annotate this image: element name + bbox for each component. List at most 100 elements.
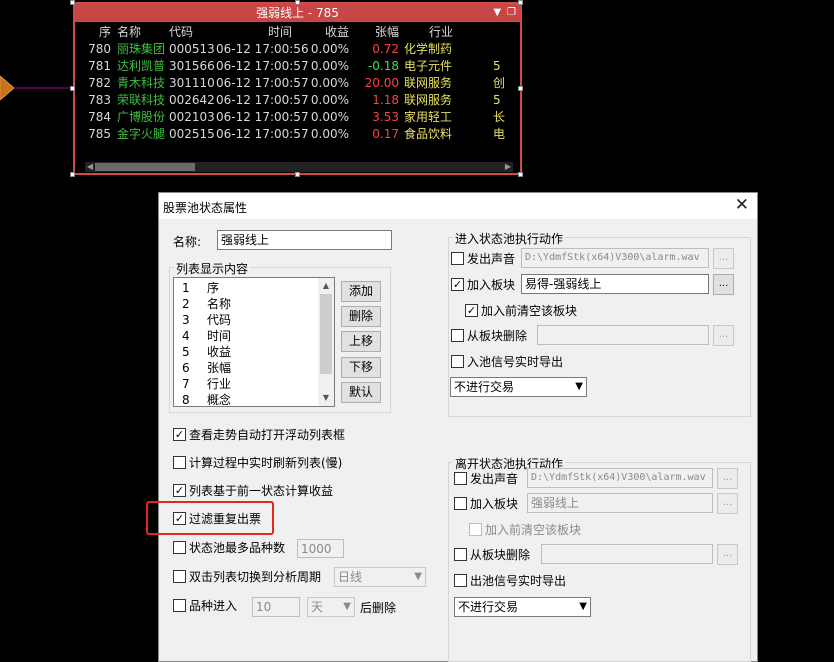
- enter-trade-select[interactable]: 不进行交易 ▼: [450, 377, 587, 397]
- checkbox-box[interactable]: [469, 523, 482, 536]
- checkbox-box[interactable]: [173, 599, 186, 612]
- header-ret[interactable]: 收益: [303, 24, 349, 41]
- enter-sound-browse-button[interactable]: ...: [713, 248, 734, 269]
- checkbox-box[interactable]: [173, 428, 186, 441]
- leave-export-checkbox[interactable]: 出池信号实时导出: [454, 573, 566, 589]
- checkbox-box[interactable]: [454, 574, 467, 587]
- enter-add-block-checkbox[interactable]: 加入板块: [451, 277, 515, 293]
- header-seq[interactable]: 序: [83, 24, 111, 41]
- leave-sound-checkbox[interactable]: 发出声音: [454, 471, 518, 487]
- realtime-refresh-checkbox[interactable]: 计算过程中实时刷新列表(慢): [173, 455, 342, 471]
- checkbox-box[interactable]: [173, 456, 186, 469]
- table-row[interactable]: 781 达利凯普 301566 06-12 17:00:57 0.00% -0.18 电子元…: [83, 58, 543, 75]
- list-item[interactable]: 7 行业: [182, 376, 231, 392]
- enter-days-input[interactable]: 10: [252, 597, 300, 617]
- restore-icon[interactable]: ❐: [507, 7, 516, 18]
- resize-handle[interactable]: [295, 172, 300, 177]
- checkbox-box[interactable]: [173, 541, 186, 554]
- table-row[interactable]: 780 丽珠集团 000513 06-12 17:00:56 0.00% 0.72 化学制药: [83, 41, 543, 58]
- max-count-input[interactable]: 1000: [297, 539, 344, 558]
- checkbox-box[interactable]: [451, 329, 464, 342]
- float-panel-titlebar[interactable]: 强弱线上 - 785 ▼ ❐: [75, 4, 520, 22]
- enter-sound-checkbox[interactable]: 发出声音: [451, 251, 515, 267]
- list-item[interactable]: 2 名称: [182, 296, 231, 312]
- enter-remove-block-input[interactable]: [537, 325, 709, 345]
- checkbox-box[interactable]: [173, 570, 186, 583]
- checkbox-box[interactable]: [454, 548, 467, 561]
- leave-sound-path-input[interactable]: D:\YdmfStk(x64)V300\alarm.wav: [527, 468, 713, 488]
- header-code[interactable]: 代码: [169, 24, 193, 41]
- table-row[interactable]: 782 青木科技 301110 06-12 17:00:57 0.00% 20.00 联网服…: [83, 75, 543, 92]
- enter-clear-before-checkbox[interactable]: 加入前清空该板块: [465, 303, 577, 319]
- table-row[interactable]: 784 广博股份 002103 06-12 17:00:57 0.00% 3.53 家用轻工…: [83, 109, 543, 126]
- leave-remove-block-checkbox[interactable]: 从板块删除: [454, 547, 530, 563]
- column-listbox[interactable]: 1 序 2 名称 3 代码 4 时间 5 收益 6 张幅 7 行业 8 概念 ▲ ▼: [173, 277, 335, 407]
- float-stock-list-panel[interactable]: 强弱线上 - 785 ▼ ❐ 序 名称 代码 时间 收益 张幅 行业 780 丽珠集…: [73, 2, 522, 175]
- list-item[interactable]: 5 收益: [182, 344, 231, 360]
- leave-trade-select[interactable]: 不进行交易 ▼: [454, 597, 591, 617]
- scroll-right-icon[interactable]: ▶: [503, 162, 513, 172]
- dblclick-switch-checkbox[interactable]: 双击列表切换到分析周期: [173, 569, 321, 585]
- leave-block-browse-button[interactable]: ...: [717, 493, 738, 514]
- leave-block-input[interactable]: 强弱线上: [527, 493, 713, 513]
- default-button[interactable]: 默认: [341, 382, 381, 403]
- checkbox-box[interactable]: [454, 497, 467, 510]
- leave-remove-block-input[interactable]: [541, 544, 713, 564]
- resize-handle[interactable]: [518, 0, 523, 5]
- list-item[interactable]: 6 张幅: [182, 360, 231, 376]
- scrollbar-thumb[interactable]: [95, 163, 195, 171]
- enter-unit-select[interactable]: 天 ▼: [307, 597, 355, 617]
- resize-handle[interactable]: [518, 86, 523, 91]
- add-button[interactable]: 添加: [341, 281, 381, 302]
- table-row[interactable]: 785 金字火腿 002515 06-12 17:00:57 0.00% 0.17 食品饮料…: [83, 126, 543, 143]
- header-chg[interactable]: 张幅: [353, 24, 399, 41]
- checkbox-box[interactable]: [451, 355, 464, 368]
- scroll-down-icon[interactable]: ▼: [318, 390, 334, 406]
- checkbox-box[interactable]: [465, 304, 478, 317]
- delete-button[interactable]: 删除: [341, 306, 381, 327]
- stock-enter-checkbox[interactable]: 品种进入: [173, 598, 237, 614]
- table-row[interactable]: 783 荣联科技 002642 06-12 17:00:57 0.00% 1.18 联网服务…: [83, 92, 543, 109]
- resize-handle[interactable]: [518, 172, 523, 177]
- close-icon[interactable]: ✕: [735, 195, 749, 215]
- listbox-vertical-scrollbar[interactable]: ▲ ▼: [318, 278, 334, 406]
- move-down-button[interactable]: 下移: [341, 357, 381, 378]
- leave-clear-before-checkbox[interactable]: 加入前清空该板块: [469, 522, 581, 538]
- enter-remove-block-browse-button[interactable]: ...: [713, 325, 734, 346]
- resize-handle[interactable]: [70, 86, 75, 91]
- checkbox-box[interactable]: [454, 472, 467, 485]
- resize-handle[interactable]: [70, 172, 75, 177]
- list-item[interactable]: 1序: [182, 280, 219, 296]
- dialog-titlebar[interactable]: 股票池状态属性 ✕: [159, 193, 757, 219]
- enter-export-checkbox[interactable]: 入池信号实时导出: [451, 354, 563, 370]
- list-item[interactable]: 4 时间: [182, 328, 231, 344]
- header-time[interactable]: 时间: [268, 24, 292, 41]
- auto-open-float-checkbox[interactable]: 查看走势自动打开浮动列表框: [173, 427, 345, 443]
- leave-sound-browse-button[interactable]: ...: [717, 468, 738, 489]
- dropdown-icon[interactable]: ▼: [493, 7, 501, 18]
- checkbox-box[interactable]: [451, 278, 464, 291]
- based-on-prev-checkbox[interactable]: 列表基于前一状态计算收益: [173, 483, 333, 499]
- checkbox-box[interactable]: [451, 252, 464, 265]
- move-up-button[interactable]: 上移: [341, 331, 381, 352]
- resize-handle[interactable]: [295, 0, 300, 5]
- scroll-up-icon[interactable]: ▲: [318, 278, 334, 294]
- list-item[interactable]: 8 概念: [182, 392, 231, 406]
- enter-sound-path-input[interactable]: D:\YdmfStk(x64)V300\alarm.wav: [521, 248, 709, 268]
- leave-add-block-checkbox[interactable]: 加入板块: [454, 496, 518, 512]
- period-select[interactable]: 日线 ▼: [334, 567, 426, 587]
- scroll-left-icon[interactable]: ◀: [85, 162, 95, 172]
- header-name[interactable]: 名称: [117, 24, 169, 41]
- enter-remove-block-checkbox[interactable]: 从板块删除: [451, 328, 527, 344]
- name-input[interactable]: 强弱线上: [217, 230, 392, 250]
- list-item[interactable]: 3 代码: [182, 312, 231, 328]
- enter-block-browse-button[interactable]: ...: [713, 274, 734, 295]
- resize-handle[interactable]: [70, 0, 75, 5]
- leave-remove-block-browse-button[interactable]: ...: [717, 544, 738, 565]
- scrollbar-thumb[interactable]: [320, 294, 332, 374]
- float-horizontal-scrollbar[interactable]: ◀ ▶: [85, 162, 513, 172]
- header-ind[interactable]: 行业: [429, 24, 453, 41]
- enter-block-input[interactable]: 易得-强弱线上: [521, 274, 709, 294]
- checkbox-box[interactable]: [173, 484, 186, 497]
- max-count-checkbox[interactable]: 状态池最多品种数: [173, 540, 285, 556]
